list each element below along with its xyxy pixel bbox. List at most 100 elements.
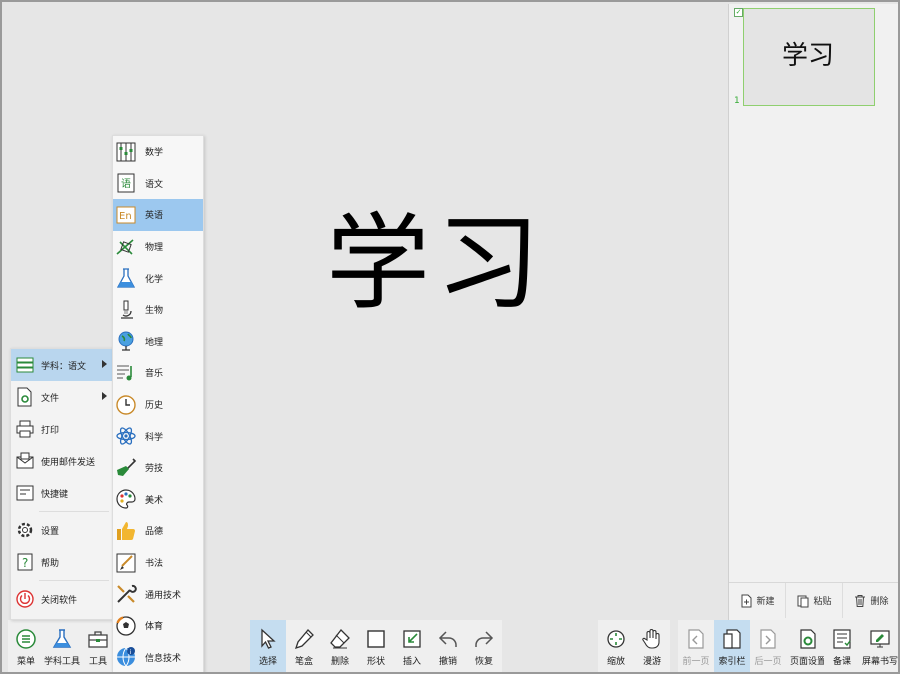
- thumbs-up-icon: [117, 521, 135, 540]
- trash-icon: [855, 594, 866, 607]
- subject-music[interactable]: 音乐: [113, 357, 203, 389]
- help-icon: ?: [17, 553, 33, 571]
- menu-button-label: 菜单: [16, 656, 35, 667]
- shape-button[interactable]: 形状: [358, 620, 394, 672]
- cursor-icon: [261, 628, 276, 649]
- menu-button[interactable]: 菜单: [8, 620, 44, 672]
- toolbar-left-group: 菜单 学科工具 工具: [8, 620, 116, 672]
- toolbar-right-group: 备课 屏幕书写: [824, 620, 898, 672]
- menu-item-exit[interactable]: 关闭软件: [11, 583, 113, 615]
- paste-page-button[interactable]: 粘贴: [786, 583, 843, 618]
- eraser-icon: [330, 628, 350, 648]
- menu-item-file[interactable]: 文件: [11, 381, 113, 413]
- subject-labor[interactable]: 劳技: [113, 452, 203, 484]
- subject-label: 劳技: [145, 464, 164, 475]
- app-window: 学习 学习 ✓ 1 新建 粘贴 删除 菜单 学科工具 工具 选择 笔盒 删除 形…: [0, 0, 900, 674]
- hand-icon: [642, 628, 660, 649]
- books-icon: [16, 357, 34, 373]
- lesson-prep-button[interactable]: 备课: [824, 620, 860, 672]
- abacus-icon: [116, 142, 136, 162]
- index-panel: 学习 ✓ 1 新建 粘贴 删除: [728, 4, 898, 620]
- subject-label: 化学: [145, 274, 164, 285]
- screen-writing-button[interactable]: 屏幕书写: [860, 620, 898, 672]
- svg-text:En: En: [119, 211, 132, 222]
- menu-divider: [39, 580, 109, 581]
- subject-science[interactable]: 科学: [113, 420, 203, 452]
- subject-calligraphy[interactable]: 书法: [113, 547, 203, 579]
- menu-item-send-mail[interactable]: 使用邮件发送: [11, 445, 113, 477]
- subject-pe[interactable]: 体育: [113, 610, 203, 642]
- roam-label: 漫游: [642, 656, 661, 667]
- zoom-button[interactable]: 缩放: [598, 620, 634, 672]
- subject-physics[interactable]: 物理: [113, 231, 203, 263]
- redo-icon: [475, 630, 494, 647]
- menu-item-settings[interactable]: 设置: [11, 514, 113, 546]
- subject-it[interactable]: i 信息技术: [113, 642, 203, 673]
- music-note-icon: [117, 365, 132, 381]
- subject-art[interactable]: 美术: [113, 484, 203, 516]
- subject-general-tech[interactable]: 通用技术: [113, 578, 203, 610]
- delete-page-label: 删除: [870, 597, 889, 607]
- insert-label: 插入: [402, 656, 421, 667]
- undo-label: 撤销: [438, 656, 457, 667]
- subject-tools-button[interactable]: 学科工具: [44, 620, 80, 672]
- menu-item-print[interactable]: 打印: [11, 413, 113, 445]
- subject-english[interactable]: En 英语: [113, 199, 203, 231]
- menu-divider: [39, 511, 109, 512]
- shovel-icon: [117, 458, 137, 476]
- undo-button[interactable]: 撤销: [430, 620, 466, 672]
- subject-label: 美术: [145, 495, 164, 506]
- flask-icon: [116, 268, 136, 288]
- pen-icon: [294, 628, 314, 649]
- index-bar-icon: [723, 628, 741, 649]
- subject-label: 体育: [145, 622, 164, 633]
- screen-writing-label: 屏幕书写: [861, 656, 898, 667]
- insert-button[interactable]: 插入: [394, 620, 430, 672]
- subject-chinese[interactable]: 语 语文: [113, 168, 203, 200]
- flask-icon: [52, 628, 72, 648]
- subject-math[interactable]: 数学: [113, 136, 203, 168]
- subject-biology[interactable]: 生物: [113, 294, 203, 326]
- tools-button[interactable]: 工具: [80, 620, 116, 672]
- thumbnail-check-icon[interactable]: ✓: [734, 8, 743, 17]
- paste-icon: [797, 595, 809, 607]
- menu-item-label: 快捷键: [41, 489, 69, 500]
- subject-morality[interactable]: 品德: [113, 515, 203, 547]
- svg-text:语: 语: [121, 178, 131, 190]
- new-page-button[interactable]: 新建: [729, 583, 786, 618]
- subject-history[interactable]: 历史: [113, 389, 203, 421]
- power-icon: [16, 590, 34, 608]
- menu-icon: [16, 628, 36, 649]
- thumbnail-text: 学习: [782, 41, 835, 71]
- subject-label: 地理: [145, 337, 164, 348]
- square-shape-icon: [367, 629, 385, 648]
- erase-button[interactable]: 删除: [322, 620, 358, 672]
- select-tool-button[interactable]: 选择: [250, 620, 286, 672]
- prev-page-button[interactable]: 前一页: [678, 620, 714, 672]
- menu-item-subject[interactable]: 学科：语文: [11, 349, 113, 381]
- page-thumbnail[interactable]: 学习: [743, 8, 875, 106]
- subject-label: 生物: [145, 306, 164, 317]
- delete-page-button[interactable]: 删除: [843, 583, 898, 618]
- canvas-text[interactable]: 学习: [326, 178, 546, 329]
- menu-item-help[interactable]: ? 帮助: [11, 546, 113, 578]
- index-bar-label: 索引栏: [718, 656, 746, 667]
- menu-item-shortcuts[interactable]: 快捷键: [11, 477, 113, 509]
- subject-geography[interactable]: 地理: [113, 326, 203, 358]
- pen-box-button[interactable]: 笔盒: [286, 620, 322, 672]
- redo-button[interactable]: 恢复: [466, 620, 502, 672]
- roam-button[interactable]: 漫游: [634, 620, 670, 672]
- toolbar-center-group: 选择 笔盒 删除 形状 插入 撤销 恢复: [250, 620, 502, 672]
- file-gear-icon: [17, 387, 32, 407]
- menu-item-label: 学科：语文: [41, 361, 87, 372]
- globe-info-icon: i: [117, 647, 135, 667]
- select-tool-label: 选择: [258, 656, 277, 667]
- menu-item-label: 文件: [41, 393, 60, 404]
- next-page-button[interactable]: 后一页: [750, 620, 786, 672]
- menu-item-label: 使用邮件发送: [41, 457, 96, 468]
- subject-submenu: 数学 语 语文 En 英语 物理 化学 生物 地理 音乐 历史 科学 劳技 美术…: [112, 135, 204, 673]
- lesson-prep-icon: [833, 628, 851, 649]
- mail-icon: [16, 452, 34, 469]
- index-bar-button[interactable]: 索引栏: [714, 620, 750, 672]
- subject-chemistry[interactable]: 化学: [113, 262, 203, 294]
